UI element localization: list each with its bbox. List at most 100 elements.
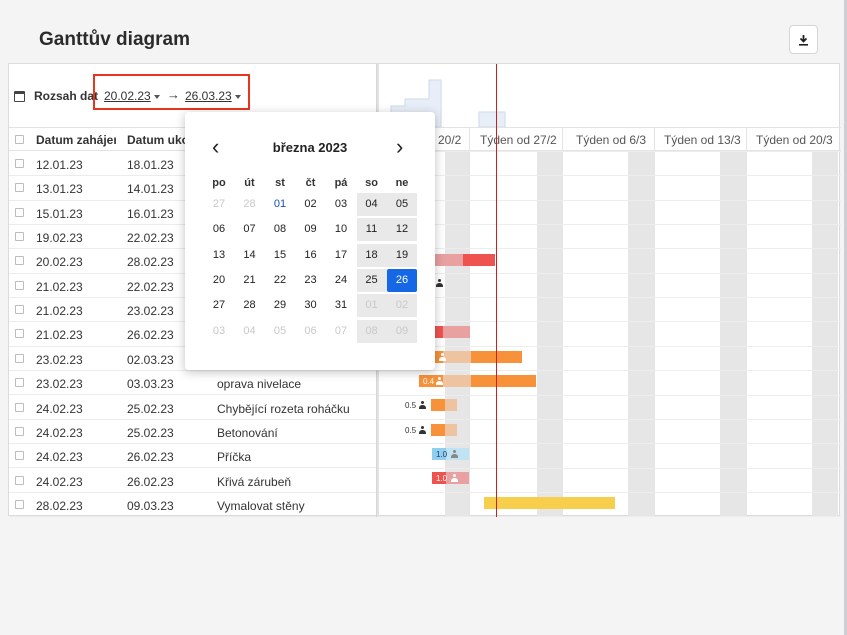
gantt-bar[interactable] (445, 399, 457, 411)
row-checkbox[interactable] (15, 353, 24, 363)
calendar-day[interactable]: 13 (204, 244, 234, 267)
weekend-stripe (628, 151, 654, 517)
cell-start-date: 21.02.23 (36, 279, 83, 294)
weekend-stripe (812, 151, 838, 517)
calendar-day[interactable]: 03 (204, 320, 234, 343)
row-checkbox[interactable] (15, 305, 24, 315)
cell-start-date: 23.02.23 (36, 352, 83, 367)
calendar-day[interactable]: 01 (265, 193, 295, 216)
calendar-day[interactable]: 18 (356, 243, 387, 267)
calendar-day[interactable]: 27 (204, 294, 234, 317)
table-row[interactable]: 24.02.23 25.02.23 Betonování (9, 420, 378, 445)
gantt-bar[interactable] (435, 326, 443, 338)
calendar-day[interactable]: 30 (296, 294, 326, 317)
weekday-label: ne (395, 177, 409, 189)
calendar-day[interactable]: 06 (204, 218, 234, 241)
calendar-day[interactable]: 22 (265, 269, 295, 292)
row-checkbox[interactable] (15, 426, 24, 436)
gantt-bar[interactable] (445, 424, 457, 436)
calendar-day[interactable]: 08 (265, 218, 295, 241)
calendar-day[interactable]: 08 (356, 319, 387, 343)
row-checkbox[interactable] (15, 329, 24, 339)
table-row[interactable]: 24.02.23 26.02.23 Příčka (9, 444, 378, 469)
column-header-start[interactable]: Datum zahájení (36, 133, 116, 147)
gantt-bar[interactable] (484, 497, 615, 509)
weekday-label: st (275, 177, 285, 189)
gantt-bar[interactable] (431, 424, 445, 436)
table-row[interactable]: 28.02.23 09.03.23 Vymalovat stěny (9, 493, 378, 517)
row-checkbox[interactable] (15, 451, 24, 461)
download-button[interactable] (789, 25, 818, 54)
calendar-day[interactable]: 02 (387, 294, 417, 318)
table-row[interactable]: 24.02.23 25.02.23 Chybějící rozeta roháčku (9, 396, 378, 420)
cell-start-date: 19.02.23 (36, 231, 83, 246)
gantt-bar[interactable] (443, 326, 470, 338)
grid-row-line (379, 345, 841, 347)
calendar-day[interactable]: 28 (235, 193, 265, 216)
row-checkbox[interactable] (15, 232, 24, 242)
row-checkbox[interactable] (15, 475, 24, 485)
calendar-day[interactable]: 31 (326, 294, 356, 317)
bar-label: 0.4 (423, 377, 435, 386)
bar-label: 0.5 (405, 426, 417, 435)
table-row[interactable]: 24.02.23 26.02.23 Křivá zárubeň (9, 469, 378, 493)
gantt-bar[interactable] (443, 375, 471, 387)
select-all-checkbox[interactable] (15, 135, 24, 144)
calendar-day[interactable]: 26 (387, 268, 417, 292)
row-checkbox[interactable] (15, 159, 24, 168)
row-checkbox[interactable] (15, 256, 24, 266)
workload-histogram (390, 79, 506, 127)
calendar-day[interactable]: 17 (326, 244, 356, 267)
cell-task-name: Chybějící rozeta roháčku (217, 401, 350, 416)
calendar-day[interactable]: 01 (356, 294, 387, 318)
table-row[interactable]: 23.02.23 03.03.23 oprava nivelace (9, 371, 378, 396)
cell-start-date: 24.02.23 (36, 450, 83, 465)
grid-row-line (379, 491, 841, 493)
calendar-day[interactable]: 07 (326, 320, 356, 343)
calendar-day[interactable]: 05 (265, 320, 295, 343)
grid-row-line (379, 272, 841, 274)
calendar-day[interactable]: 19 (387, 243, 417, 267)
today-line (496, 64, 497, 517)
cell-task-name: Příčka (217, 450, 252, 465)
calendar-day[interactable]: 03 (326, 193, 356, 216)
cell-start-date: 13.01.23 (36, 182, 83, 197)
calendar-day[interactable]: 02 (296, 193, 326, 216)
calendar-day[interactable]: 04 (356, 193, 387, 216)
gantt-bar[interactable] (471, 375, 536, 387)
calendar-day[interactable]: 25 (356, 268, 387, 292)
column-header-end[interactable]: Datum ukončení (127, 133, 187, 147)
calendar-day[interactable]: 09 (387, 319, 417, 343)
gantt-bar[interactable] (431, 399, 445, 411)
calendar-day[interactable]: 04 (235, 320, 265, 343)
calendar-day[interactable]: 16 (296, 244, 326, 267)
calendar-day[interactable]: 05 (387, 193, 417, 216)
calendar-day[interactable]: 14 (235, 244, 265, 267)
calendar-day[interactable]: 27 (204, 193, 234, 216)
calendar-day[interactable]: 10 (326, 218, 356, 241)
calendar-day[interactable]: 28 (235, 294, 265, 317)
calendar-day[interactable]: 24 (326, 269, 356, 292)
row-checkbox[interactable] (15, 183, 24, 193)
calendar-day[interactable]: 20 (204, 269, 234, 292)
calendar-day[interactable]: 12 (387, 218, 417, 242)
gantt-bar[interactable] (463, 254, 495, 266)
gantt-bar[interactable] (443, 351, 471, 363)
calendar-day[interactable]: 23 (296, 269, 326, 292)
calendar-day[interactable]: 21 (235, 269, 265, 292)
cell-end-date: 18.01.23 (127, 158, 174, 172)
row-checkbox[interactable] (15, 280, 24, 290)
row-checkbox[interactable] (15, 402, 24, 412)
calendar-day[interactable]: 29 (265, 294, 295, 317)
row-checkbox[interactable] (15, 499, 24, 509)
next-month-button[interactable]: › (396, 136, 403, 158)
row-checkbox[interactable] (15, 378, 24, 388)
calendar-day[interactable]: 07 (235, 218, 265, 241)
week-header: 20/2 Týden od 27/2 Týden od 6/3 Týden od… (379, 127, 841, 151)
grid-row-line (379, 248, 841, 250)
row-checkbox[interactable] (15, 207, 24, 217)
calendar-day[interactable]: 11 (356, 218, 387, 242)
calendar-day[interactable]: 15 (265, 244, 295, 267)
calendar-day[interactable]: 06 (296, 320, 326, 343)
calendar-day[interactable]: 09 (296, 218, 326, 241)
